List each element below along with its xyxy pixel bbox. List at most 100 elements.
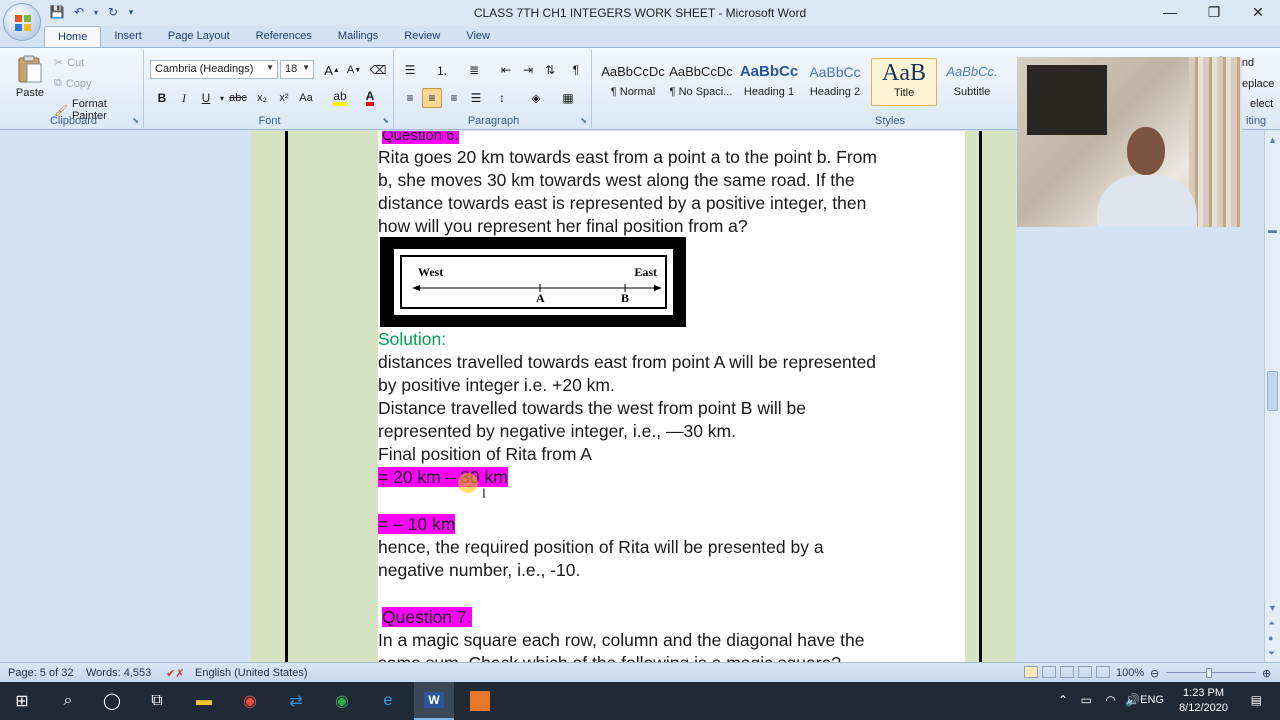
redo-icon[interactable]: ↻ bbox=[104, 4, 122, 20]
document-page[interactable]: Question 6. Rita goes 20 km towards east… bbox=[251, 131, 1016, 662]
zoom-level[interactable]: 100% bbox=[1116, 667, 1144, 679]
outline-icon[interactable] bbox=[1078, 666, 1092, 678]
page-count[interactable]: Page: 5 of 32 bbox=[8, 667, 73, 679]
file-explorer-icon[interactable]: ▬ bbox=[192, 689, 216, 713]
scroll-thumb[interactable] bbox=[1267, 371, 1278, 411]
style-heading-1[interactable]: AaBbCc Heading 1 bbox=[736, 58, 802, 106]
justify-icon[interactable]: ☰ bbox=[466, 88, 486, 108]
save-icon[interactable]: 💾 bbox=[48, 4, 66, 20]
restore-button[interactable]: ❐ bbox=[1192, 0, 1236, 24]
style-normal[interactable]: AaBbCcDc ¶ Normal bbox=[600, 58, 666, 106]
text-column[interactable]: Question 6. Rita goes 20 km towards east… bbox=[378, 131, 965, 662]
proofing-icon[interactable]: ✔✗ bbox=[166, 667, 184, 680]
undo-dropdown-icon[interactable]: ▾ bbox=[92, 4, 100, 20]
grow-font-button[interactable]: A ▲ bbox=[322, 60, 342, 80]
italic-button[interactable]: I bbox=[174, 88, 194, 108]
shrink-font-button[interactable]: A ▼ bbox=[344, 60, 364, 80]
chrome-icon[interactable]: ◉ bbox=[238, 689, 262, 713]
bold-button[interactable]: B bbox=[152, 88, 172, 108]
highlight-button[interactable]: ab bbox=[330, 88, 350, 108]
battery-icon[interactable]: ▭ bbox=[1081, 693, 1092, 707]
language-indicator[interactable]: English (United States) bbox=[195, 667, 308, 679]
web-layout-icon[interactable] bbox=[1060, 666, 1074, 678]
zoom-slider-thumb[interactable] bbox=[1206, 668, 1212, 678]
scroll-up-icon[interactable]: ▲ bbox=[1268, 135, 1277, 145]
zoom-in-icon[interactable]: ⊕ bbox=[1262, 667, 1271, 680]
select-button[interactable]: elect bbox=[1250, 98, 1273, 110]
cortana-icon[interactable]: ◯ bbox=[100, 689, 124, 713]
tab-page-layout[interactable]: Page Layout bbox=[155, 26, 243, 48]
line-spacing-icon[interactable]: ↕ bbox=[492, 88, 512, 108]
tab-mailings[interactable]: Mailings bbox=[325, 26, 391, 48]
volume-icon[interactable]: 🔊 bbox=[1125, 693, 1140, 707]
chrome-profile-icon[interactable]: ◉ bbox=[330, 689, 354, 713]
align-right-icon[interactable]: ≡ bbox=[444, 88, 464, 108]
font-name-combo[interactable]: Cambria (Headings) ▼ bbox=[150, 60, 278, 79]
clipboard-launcher-icon[interactable]: ⬊ bbox=[132, 116, 139, 125]
align-left-icon[interactable]: ≡ bbox=[400, 88, 420, 108]
word-taskbar-icon[interactable]: W bbox=[414, 682, 454, 720]
clear-formatting-icon[interactable]: ⌫ bbox=[368, 60, 388, 80]
numbering-icon[interactable]: ⒈ bbox=[432, 60, 452, 80]
align-center-icon[interactable]: ≡ bbox=[422, 88, 442, 108]
vertical-scrollbar[interactable]: ▲ ▬ ▼ ⏶ ● ⏷ bbox=[1264, 131, 1280, 662]
browse-object-icon[interactable]: ● bbox=[1268, 633, 1273, 643]
customize-qat-icon[interactable]: ▾ bbox=[126, 4, 136, 20]
next-question-line: In a magic square each row, column and t… bbox=[378, 630, 865, 650]
replace-button[interactable]: eplace bbox=[1242, 78, 1274, 90]
undo-icon[interactable]: ↶ bbox=[70, 4, 88, 20]
tab-references[interactable]: References bbox=[243, 26, 325, 48]
paste-button[interactable]: Paste bbox=[12, 54, 48, 104]
close-button[interactable]: ✕ bbox=[1236, 0, 1280, 24]
windows-start-icon[interactable]: ⊞ bbox=[10, 689, 34, 713]
wifi-icon[interactable]: ◠ bbox=[1106, 693, 1116, 707]
task-view-icon[interactable]: ⧉ bbox=[145, 689, 169, 713]
next-page-icon[interactable]: ⏷ bbox=[1268, 648, 1275, 659]
subscript-button[interactable]: x₂ bbox=[252, 88, 272, 108]
shading-icon[interactable]: ◈ bbox=[526, 88, 546, 108]
bullets-icon[interactable]: ☰ bbox=[400, 60, 420, 80]
borders-icon[interactable]: ▦ bbox=[558, 88, 578, 108]
copy-button[interactable]: ⧉ Copy bbox=[54, 77, 92, 90]
sort-icon[interactable]: ⇅ bbox=[540, 60, 560, 80]
zoom-out-icon[interactable]: ⊖ bbox=[1150, 667, 1159, 680]
style-no-spacing[interactable]: AaBbCcDc ¶ No Spaci... bbox=[668, 58, 734, 106]
teamviewer-icon[interactable]: ⇄ bbox=[284, 689, 308, 713]
style-title[interactable]: AaB Title bbox=[871, 58, 937, 106]
multilevel-list-icon[interactable]: ≣ bbox=[464, 60, 484, 80]
change-case-button[interactable]: Aa bbox=[296, 88, 316, 108]
scroll-down-icon[interactable]: ▼ bbox=[1268, 603, 1277, 613]
input-language[interactable]: ENG bbox=[1140, 694, 1164, 706]
edge-icon[interactable]: e bbox=[376, 689, 400, 713]
previous-page-icon[interactable]: ⏶ bbox=[1268, 618, 1275, 629]
style-subtitle[interactable]: AaBbCc. Subtitle bbox=[939, 58, 1005, 106]
word-count[interactable]: Words: 4,553 bbox=[86, 667, 151, 679]
increase-indent-icon[interactable]: ⇥ bbox=[518, 60, 538, 80]
style-name: Title bbox=[893, 87, 915, 99]
ruler-toggle-icon[interactable]: ▬ bbox=[1268, 225, 1277, 235]
print-layout-icon[interactable] bbox=[1024, 666, 1038, 678]
tab-view[interactable]: View bbox=[453, 26, 503, 48]
font-color-button[interactable]: A bbox=[360, 88, 380, 108]
strikethrough-button[interactable]: abc bbox=[228, 88, 248, 108]
tab-home[interactable]: Home bbox=[44, 26, 102, 48]
font-launcher-icon[interactable]: ⬊ bbox=[382, 116, 389, 125]
draft-icon[interactable] bbox=[1096, 666, 1110, 678]
decrease-indent-icon[interactable]: ⇤ bbox=[496, 60, 516, 80]
full-screen-reading-icon[interactable] bbox=[1042, 666, 1056, 678]
recorder-icon[interactable] bbox=[468, 689, 492, 713]
tab-review[interactable]: Review bbox=[391, 26, 453, 48]
superscript-button[interactable]: x² bbox=[274, 88, 294, 108]
show-hidden-icons-icon[interactable]: ⌃ bbox=[1058, 693, 1068, 707]
office-button[interactable] bbox=[3, 3, 41, 41]
minimize-button[interactable]: — bbox=[1148, 0, 1192, 24]
style-heading-2[interactable]: AaBbCc Heading 2 bbox=[802, 58, 868, 106]
tab-insert[interactable]: Insert bbox=[101, 26, 155, 48]
notifications-icon[interactable]: ▤ bbox=[1251, 693, 1262, 707]
paragraph-launcher-icon[interactable]: ⬊ bbox=[580, 116, 587, 125]
show-marks-icon[interactable]: ¶ bbox=[566, 60, 586, 80]
cut-button[interactable]: ✂ Cut bbox=[54, 56, 84, 70]
search-icon[interactable]: ⌕ bbox=[56, 689, 80, 713]
clock[interactable]: 1:23 PM 8/12/2020 bbox=[1179, 686, 1228, 716]
font-size-combo[interactable]: 18 ▼ bbox=[280, 60, 314, 79]
